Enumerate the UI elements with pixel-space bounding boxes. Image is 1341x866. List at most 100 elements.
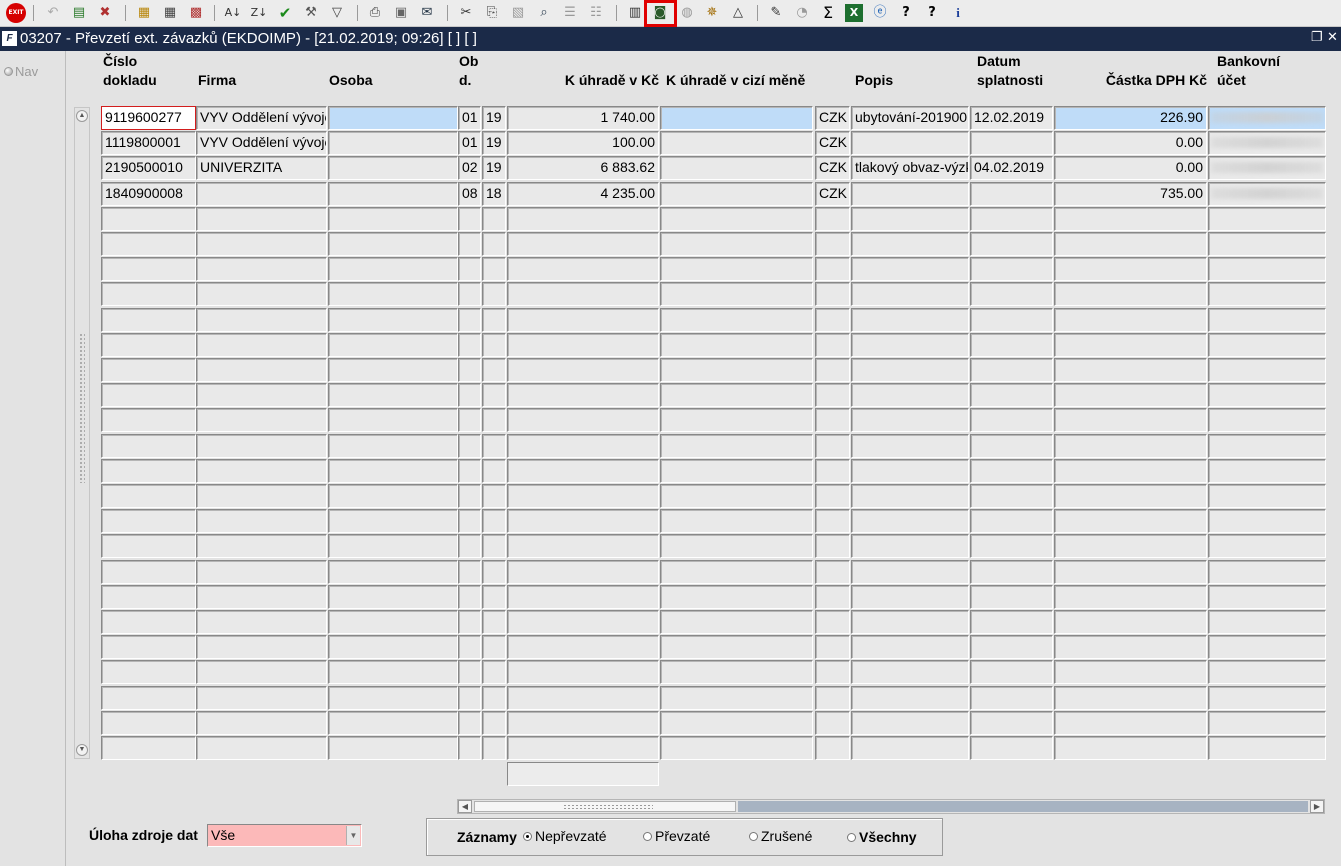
cell-castka-dph[interactable] (1054, 534, 1207, 558)
cell-datum-splatnosti[interactable] (970, 383, 1053, 407)
copy-record-icon[interactable]: ▦ (135, 4, 153, 22)
cell-popis[interactable]: tlakový obvaz-výzk (851, 156, 969, 180)
cell-firma[interactable] (196, 484, 327, 508)
cell-obdobi[interactable] (458, 534, 481, 558)
cell-bankovni-ucet[interactable] (1208, 156, 1326, 180)
cell-rok[interactable] (482, 509, 506, 533)
cell-popis[interactable] (851, 686, 969, 710)
cell-rok[interactable] (482, 383, 506, 407)
cell-k-uhrade-cizi[interactable] (660, 610, 813, 634)
cell-firma[interactable] (196, 534, 327, 558)
cell-k-uhrade-kc[interactable] (507, 635, 659, 659)
cell-datum-splatnosti[interactable] (970, 459, 1053, 483)
cell-firma[interactable] (196, 660, 327, 684)
cell-osoba[interactable] (328, 635, 458, 659)
cell-datum-splatnosti[interactable] (970, 736, 1053, 760)
cell-k-uhrade-cizi[interactable] (660, 560, 813, 584)
cell-bankovni-ucet[interactable] (1208, 408, 1326, 432)
browser-icon[interactable]: ⓔ (871, 4, 889, 22)
cell-rok[interactable] (482, 282, 506, 306)
cell-cislo-dokladu[interactable] (101, 383, 196, 407)
checkmark-icon[interactable]: ✔ (276, 4, 294, 22)
cell-osoba[interactable] (328, 484, 458, 508)
sort-descending-icon[interactable]: Z↓ (250, 4, 268, 22)
cell-cislo-dokladu[interactable] (101, 257, 196, 281)
cell-mena[interactable]: CZK (815, 131, 850, 155)
triangle-icon[interactable]: △ (729, 4, 747, 22)
cell-mena[interactable]: CZK (815, 182, 850, 206)
calculator-icon[interactable]: ▥ (626, 4, 644, 22)
cell-cislo-dokladu[interactable]: 1119800001 (101, 131, 196, 155)
cell-datum-splatnosti[interactable] (970, 585, 1053, 609)
cell-firma[interactable]: VYV Oddělení vývoje (196, 106, 327, 130)
nav-button[interactable]: Nav (4, 64, 38, 79)
cell-mena[interactable] (815, 282, 850, 306)
cell-rok[interactable] (482, 610, 506, 634)
cell-mena[interactable] (815, 711, 850, 735)
cell-k-uhrade-kc[interactable] (507, 358, 659, 382)
cell-osoba[interactable] (328, 660, 458, 684)
cell-bankovni-ucet[interactable] (1208, 358, 1326, 382)
mail-icon[interactable]: ✉ (418, 4, 436, 22)
horizontal-scroll-thumb[interactable] (474, 801, 736, 812)
cell-k-uhrade-cizi[interactable] (660, 585, 813, 609)
cell-datum-splatnosti[interactable] (970, 257, 1053, 281)
cell-bankovni-ucet[interactable] (1208, 585, 1326, 609)
close-window-button[interactable]: ✕ (1327, 29, 1338, 45)
cell-firma[interactable] (196, 459, 327, 483)
cell-firma[interactable] (196, 610, 327, 634)
cell-k-uhrade-cizi[interactable] (660, 182, 813, 206)
cell-osoba[interactable] (328, 560, 458, 584)
cell-k-uhrade-kc[interactable] (507, 736, 659, 760)
restore-window-button[interactable]: ❐ (1311, 29, 1323, 45)
cell-mena[interactable] (815, 308, 850, 332)
cell-datum-splatnosti[interactable]: 04.02.2019 (970, 156, 1053, 180)
cell-mena[interactable] (815, 660, 850, 684)
cell-obdobi[interactable] (458, 282, 481, 306)
cell-k-uhrade-cizi[interactable] (660, 534, 813, 558)
cell-rok[interactable]: 19 (482, 106, 506, 130)
cell-castka-dph[interactable] (1054, 660, 1207, 684)
cell-mena[interactable] (815, 207, 850, 231)
cell-castka-dph[interactable] (1054, 509, 1207, 533)
cell-bankovni-ucet[interactable] (1208, 660, 1326, 684)
cell-k-uhrade-kc[interactable]: 4 235.00 (507, 182, 659, 206)
cell-firma[interactable] (196, 308, 327, 332)
cell-castka-dph[interactable] (1054, 408, 1207, 432)
cell-k-uhrade-kc[interactable] (507, 408, 659, 432)
scroll-left-icon[interactable]: ◀ (458, 800, 472, 813)
cell-mena[interactable] (815, 560, 850, 584)
cell-osoba[interactable] (328, 308, 458, 332)
scroll-up-icon[interactable]: ▲ (76, 110, 88, 122)
cell-bankovni-ucet[interactable] (1208, 232, 1326, 256)
cell-k-uhrade-kc[interactable] (507, 660, 659, 684)
cell-cislo-dokladu[interactable]: 1840900008 (101, 182, 196, 206)
cell-osoba[interactable] (328, 131, 458, 155)
cell-popis[interactable] (851, 333, 969, 357)
cell-datum-splatnosti[interactable] (970, 131, 1053, 155)
cell-castka-dph[interactable] (1054, 736, 1207, 760)
cell-datum-splatnosti[interactable] (970, 182, 1053, 206)
cell-k-uhrade-cizi[interactable] (660, 383, 813, 407)
cell-bankovni-ucet[interactable] (1208, 182, 1326, 206)
cell-cislo-dokladu[interactable] (101, 333, 196, 357)
cell-cislo-dokladu[interactable] (101, 585, 196, 609)
cell-popis[interactable] (851, 585, 969, 609)
cell-obdobi[interactable] (458, 610, 481, 634)
cell-popis[interactable] (851, 711, 969, 735)
cell-osoba[interactable] (328, 207, 458, 231)
dropdown-arrow-icon[interactable]: ▼ (346, 826, 360, 845)
cell-bankovni-ucet[interactable] (1208, 560, 1326, 584)
cell-bankovni-ucet[interactable] (1208, 131, 1326, 155)
cell-k-uhrade-kc[interactable] (507, 509, 659, 533)
cell-cislo-dokladu[interactable] (101, 408, 196, 432)
cell-castka-dph[interactable] (1054, 383, 1207, 407)
cell-mena[interactable]: CZK (815, 156, 850, 180)
cell-datum-splatnosti[interactable] (970, 484, 1053, 508)
cell-bankovni-ucet[interactable] (1208, 711, 1326, 735)
cell-mena[interactable] (815, 585, 850, 609)
cell-popis[interactable] (851, 560, 969, 584)
cell-rok[interactable]: 19 (482, 131, 506, 155)
cell-rok[interactable] (482, 560, 506, 584)
cell-cislo-dokladu[interactable] (101, 484, 196, 508)
